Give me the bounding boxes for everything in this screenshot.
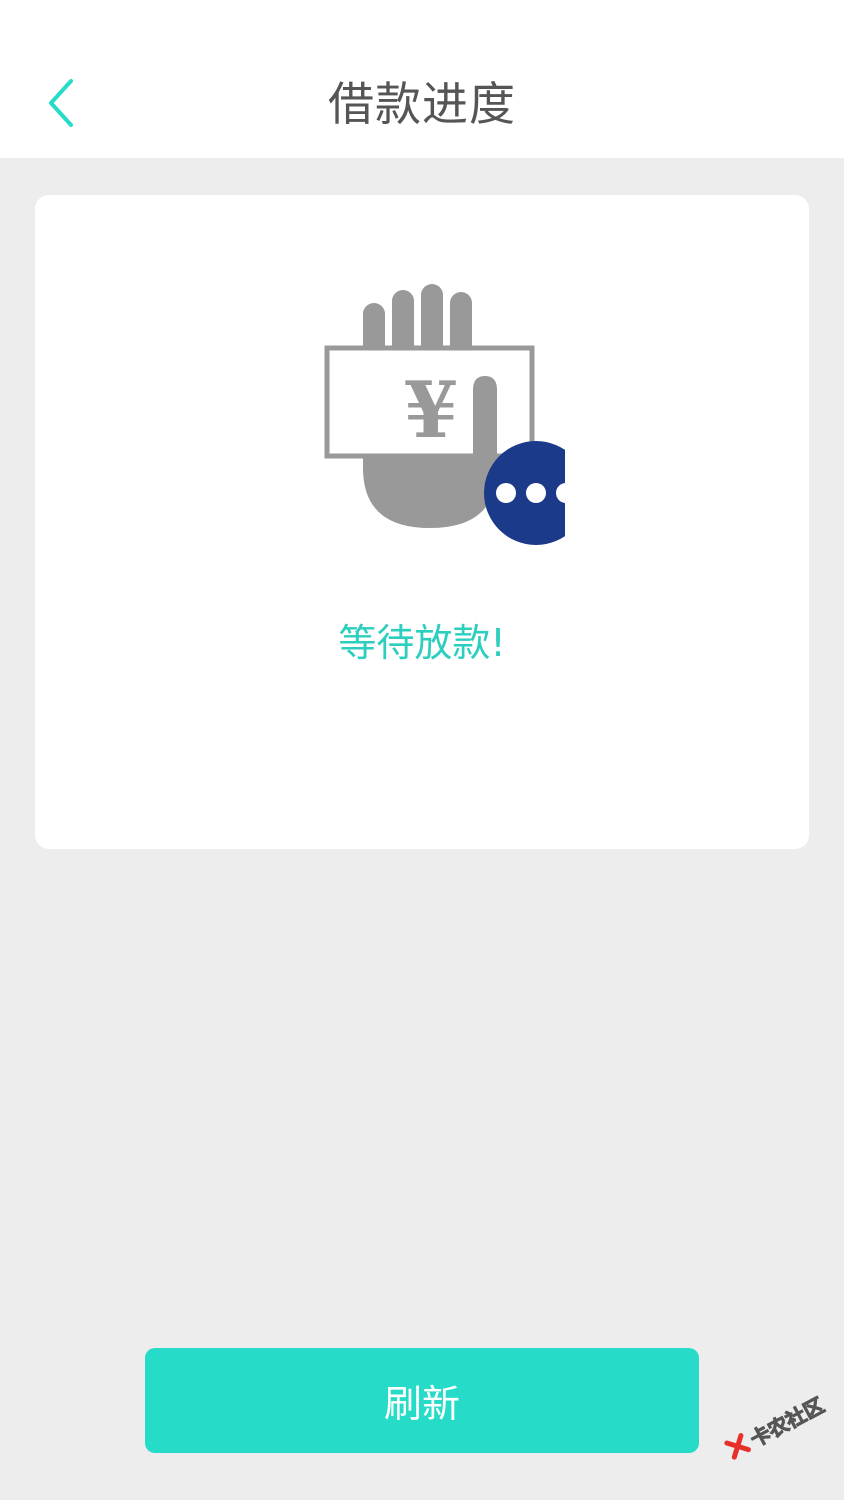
yen-symbol: ¥ bbox=[404, 365, 458, 456]
header: 借款进度 bbox=[0, 0, 844, 158]
status-card: ¥ 等待放款! bbox=[35, 195, 809, 849]
page-title: 借款进度 bbox=[328, 77, 516, 131]
refresh-button[interactable]: 刷新 bbox=[145, 1348, 699, 1453]
hand-money-pending-icon: ¥ bbox=[324, 284, 565, 545]
watermark: 卡农社区 bbox=[714, 1373, 839, 1478]
watermark-text: 卡农社区 bbox=[745, 1392, 828, 1452]
status-text: 等待放款! bbox=[338, 621, 506, 665]
logo-icon bbox=[724, 1433, 751, 1460]
